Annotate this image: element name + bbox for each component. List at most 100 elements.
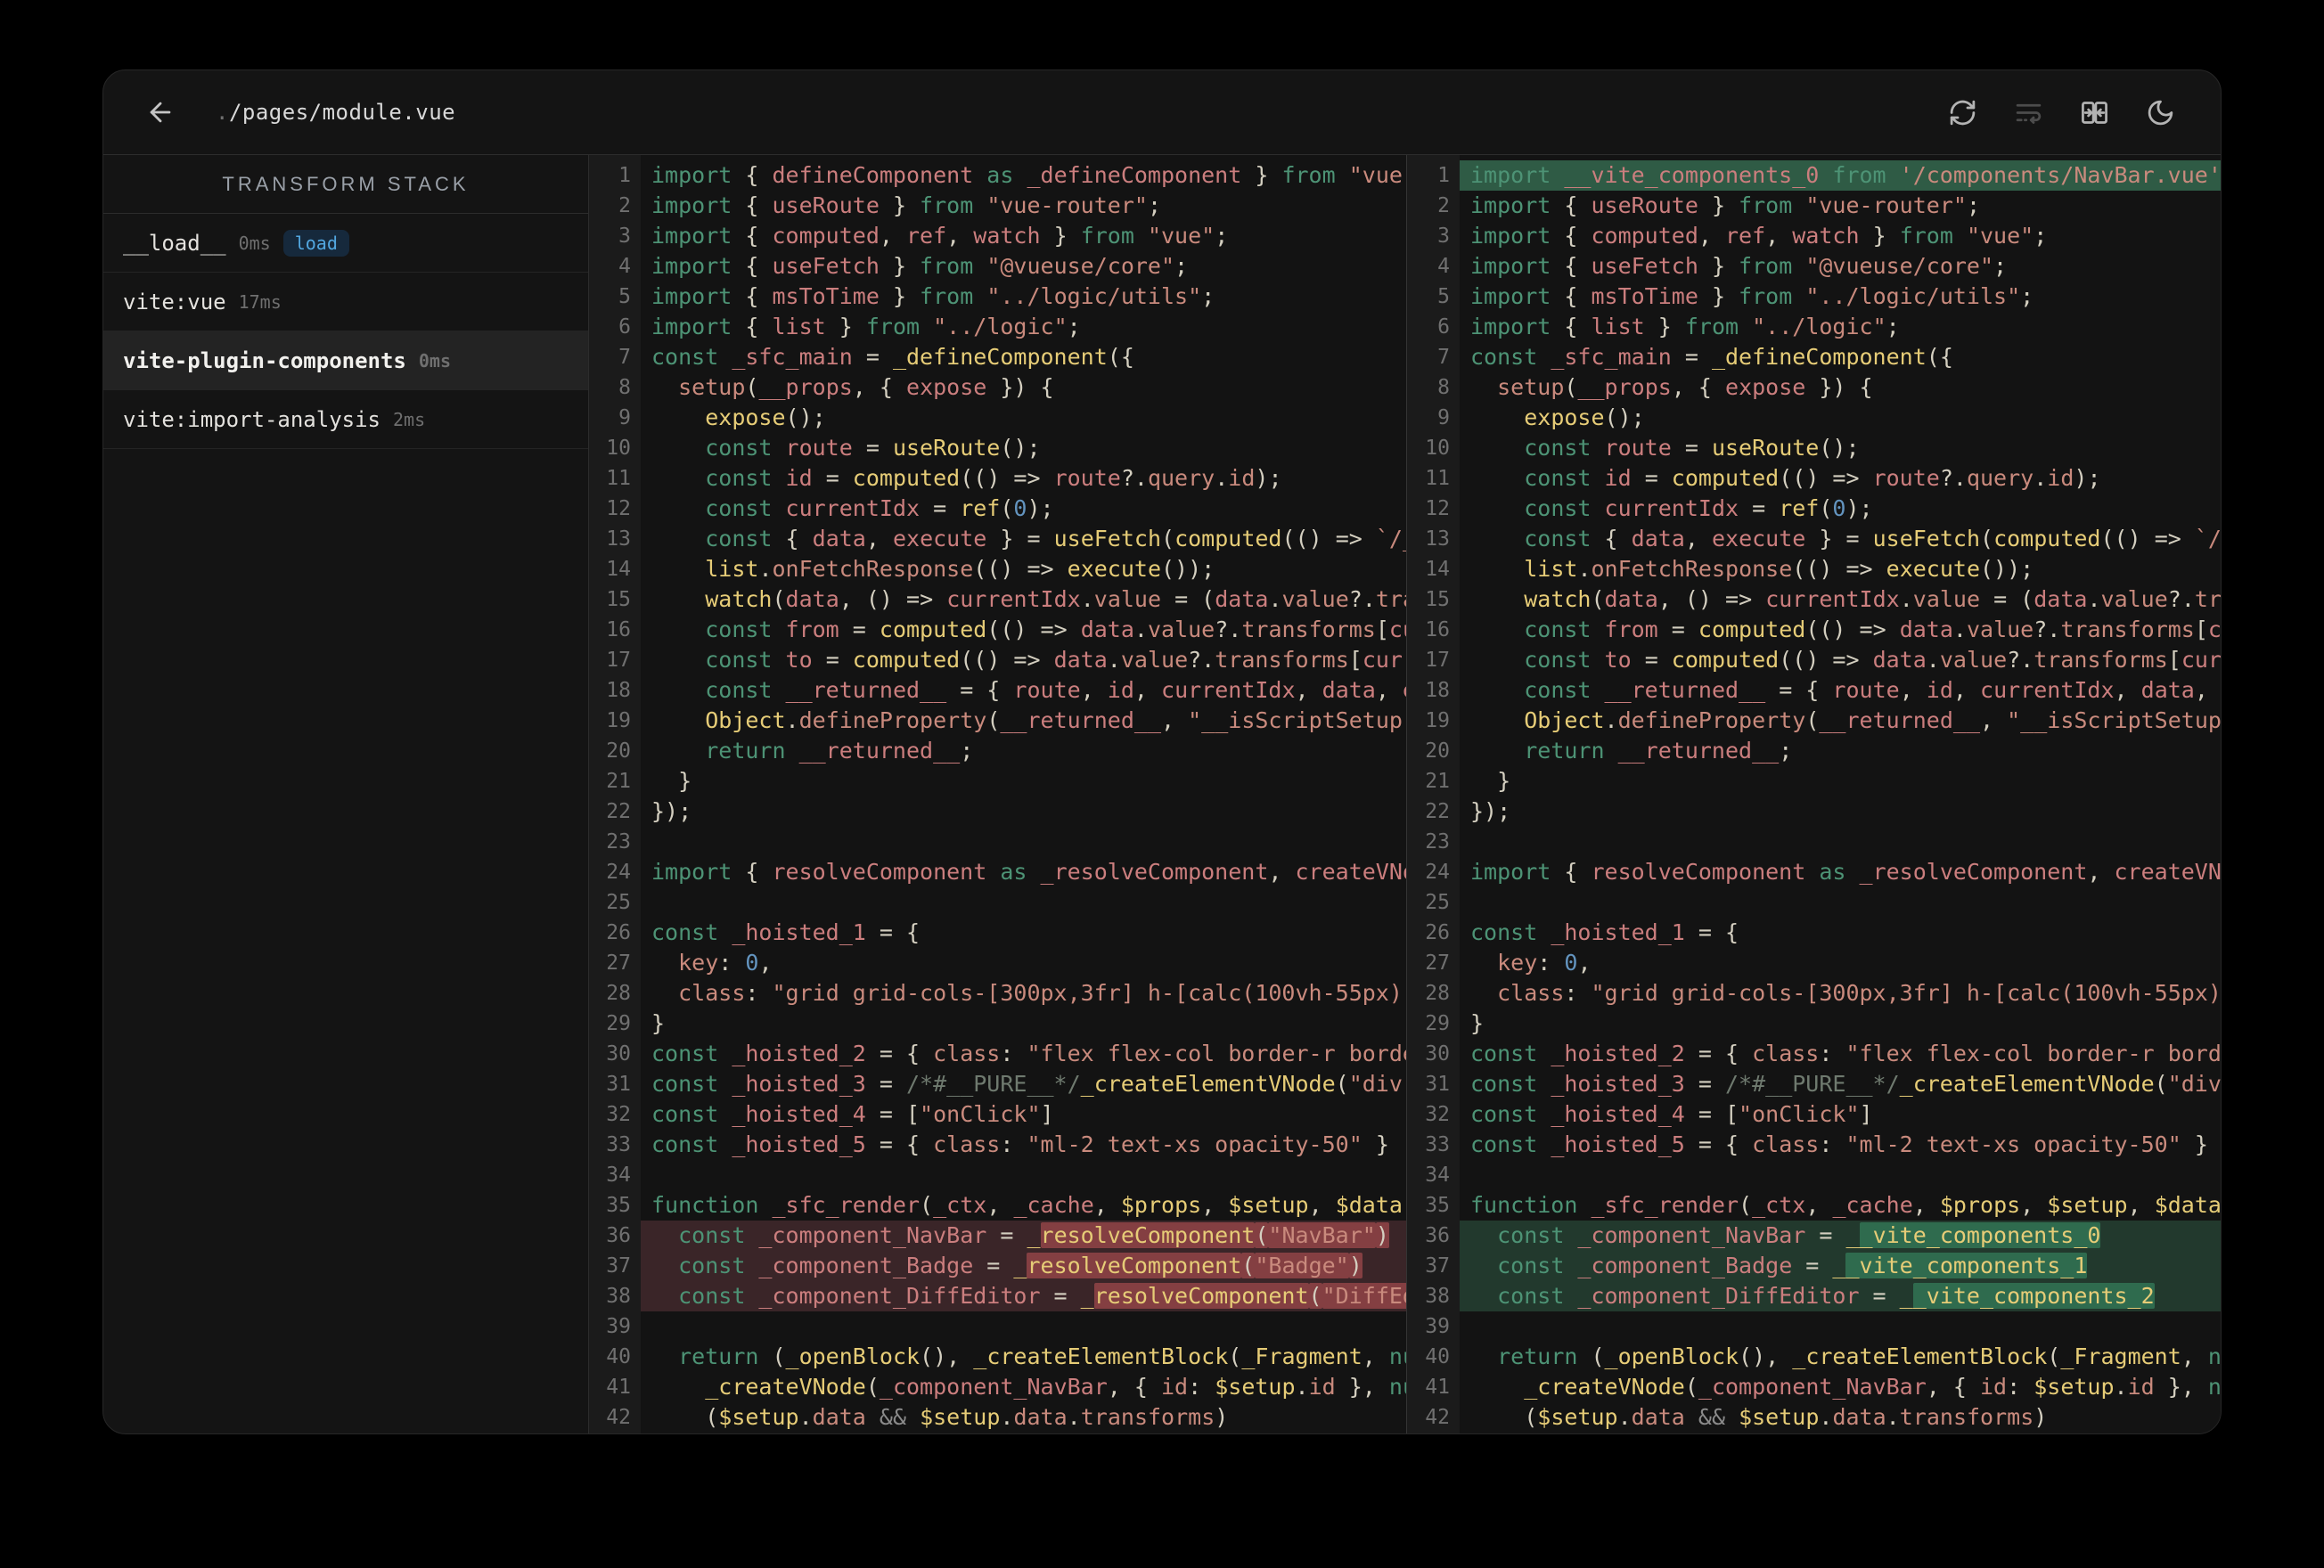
code-line: 13 const { data, execute } = useFetch(co… bbox=[1407, 524, 2221, 554]
code-line: 27 key: 0, bbox=[1407, 948, 2221, 978]
code-line: 19 Object.defineProperty(__returned__, "… bbox=[1407, 706, 2221, 736]
code-line: 27 key: 0, bbox=[589, 948, 1406, 978]
code-text: import { defineComponent as _defineCompo… bbox=[651, 162, 1406, 188]
line-number: 5 bbox=[1407, 282, 1460, 312]
line-number: 35 bbox=[589, 1190, 641, 1221]
code-text: const currentIdx = ref(0); bbox=[1524, 495, 1873, 521]
line-number: 7 bbox=[589, 342, 641, 372]
line-number: 2 bbox=[1407, 191, 1460, 221]
code-text: function _sfc_render(_ctx, _cache, $prop… bbox=[651, 1192, 1406, 1218]
code-line: 35 function _sfc_render(_ctx, _cache, $pr… bbox=[1407, 1190, 2221, 1221]
plugin-item-vite-plugin-components[interactable]: vite-plugin-components 0ms bbox=[103, 331, 588, 390]
code-text: Object.defineProperty(__returned__, "__i… bbox=[705, 707, 1406, 733]
line-number: 10 bbox=[589, 433, 641, 463]
code-text: expose(); bbox=[705, 404, 826, 430]
code-line: 10 const route = useRoute(); bbox=[1407, 433, 2221, 463]
line-number: 1 bbox=[589, 160, 641, 191]
code-line: 31 const _hoisted_3 = /*#__PURE__*/_creat… bbox=[589, 1069, 1406, 1099]
code-line: 42 ($setup.data && $setup.data.transform… bbox=[589, 1402, 1406, 1433]
code-line: 41 _createVNode(_component_NavBar, { id:… bbox=[589, 1372, 1406, 1402]
line-number: 32 bbox=[1407, 1099, 1460, 1130]
code-text: const route = useRoute(); bbox=[1524, 435, 1860, 461]
code-line: 11 const id = computed(() => route?.quer… bbox=[1407, 463, 2221, 494]
refresh-button[interactable] bbox=[1944, 94, 1980, 130]
code-line: 26 const _hoisted_1 = { bbox=[1407, 918, 2221, 948]
code-line: 28 class: "grid grid-cols-[300px,3fr] h-… bbox=[1407, 978, 2221, 1009]
code-text: const _hoisted_3 = /*#__PURE__*/_createE… bbox=[1470, 1071, 2221, 1097]
code-line: 24 import { resolveComponent as _resolveC… bbox=[589, 857, 1406, 887]
line-number: 9 bbox=[1407, 403, 1460, 433]
code-text: import { msToTime } from "../logic/utils… bbox=[1470, 283, 2034, 309]
line-number: 6 bbox=[589, 312, 641, 342]
code-text: return __returned__; bbox=[1524, 738, 1793, 764]
code-line: 3 import { computed, ref, watch } from "v… bbox=[589, 221, 1406, 251]
plugin-duration: 0ms bbox=[418, 349, 452, 372]
code-text: list.onFetchResponse(() => execute()); bbox=[705, 556, 1215, 582]
line-number: 24 bbox=[589, 857, 641, 887]
line-number: 29 bbox=[589, 1009, 641, 1039]
code-line: 38 const _component_DiffEditor = _resolv… bbox=[589, 1281, 1406, 1311]
line-number: 40 bbox=[1407, 1342, 1460, 1372]
diff-panel-before[interactable]: 1 import { defineComponent as _defineComp… bbox=[589, 155, 1407, 1433]
moon-icon bbox=[2148, 100, 2173, 125]
code-text: ($setup.data && $setup.data.transforms) bbox=[651, 1404, 1229, 1430]
plugin-item-vite-import-analysis[interactable]: vite:import-analysis 2ms bbox=[103, 390, 588, 449]
back-button[interactable] bbox=[143, 94, 178, 130]
refresh-icon bbox=[1950, 100, 1975, 125]
code-text: class: "grid grid-cols-[300px,3fr] h-[ca… bbox=[1497, 980, 2221, 1006]
diff-panels: 1 import { defineComponent as _defineComp… bbox=[589, 155, 2221, 1433]
code-text: const _hoisted_1 = { bbox=[651, 919, 921, 945]
code-line: 37 const _component_Badge = _resolveComp… bbox=[589, 1251, 1406, 1281]
code-text: return (_openBlock(), _createElementBloc… bbox=[1497, 1343, 2221, 1369]
line-number: 32 bbox=[589, 1099, 641, 1130]
code-text: list.onFetchResponse(() => execute()); bbox=[1524, 556, 2034, 582]
line-number: 5 bbox=[589, 282, 641, 312]
line-number: 37 bbox=[1407, 1251, 1460, 1281]
code-line: 26 const _hoisted_1 = { bbox=[589, 918, 1406, 948]
code-text: } bbox=[651, 1010, 666, 1036]
line-number: 19 bbox=[589, 706, 641, 736]
plugin-item-vite-vue[interactable]: vite:vue 17ms bbox=[103, 273, 588, 331]
line-number: 38 bbox=[1407, 1281, 1460, 1311]
code-line: 39 bbox=[589, 1311, 1406, 1342]
line-number: 35 bbox=[1407, 1190, 1460, 1221]
code-line: 21 } bbox=[1407, 766, 2221, 796]
theme-toggle-button[interactable] bbox=[2142, 94, 2178, 130]
line-number: 34 bbox=[1407, 1160, 1460, 1190]
code-text: } bbox=[1470, 1010, 1485, 1036]
code-line: 5 import { msToTime } from "../logic/util… bbox=[589, 282, 1406, 312]
module-title: ./pages/module.vue bbox=[216, 100, 455, 125]
code-text: const _component_Badge = _resolveCompone… bbox=[641, 1251, 1406, 1281]
code-text: return __returned__; bbox=[705, 738, 974, 764]
line-number: 23 bbox=[589, 827, 641, 857]
code-text: const _hoisted_3 = /*#__PURE__*/_createE… bbox=[651, 1071, 1406, 1097]
code-line: 42 ($setup.data && $setup.data.transform… bbox=[1407, 1402, 2221, 1433]
code-line: 6 import { list } from "../logic"; bbox=[589, 312, 1406, 342]
line-number: 15 bbox=[589, 584, 641, 615]
code-text: const route = useRoute(); bbox=[705, 435, 1041, 461]
code-line: 32 const _hoisted_4 = ["onClick"] bbox=[589, 1099, 1406, 1130]
code-text: const _component_DiffEditor = __vite_com… bbox=[1460, 1281, 2221, 1311]
line-number: 33 bbox=[1407, 1130, 1460, 1160]
diff-panel-after[interactable]: 1 import __vite_components_0 from '/compo… bbox=[1407, 155, 2221, 1433]
code-line: 8 setup(__props, { expose }) { bbox=[1407, 372, 2221, 403]
line-number: 26 bbox=[589, 918, 641, 948]
side-by-side-toggle[interactable] bbox=[2076, 94, 2112, 130]
plugin-item--load-[interactable]: __load__ 0ms load bbox=[103, 214, 588, 273]
code-text: import { list } from "../logic"; bbox=[1470, 314, 1900, 339]
plugin-name: vite:vue bbox=[123, 289, 226, 314]
inline-diff-icon bbox=[2016, 103, 2041, 124]
line-number: 18 bbox=[1407, 675, 1460, 706]
line-number: 28 bbox=[589, 978, 641, 1009]
code-line: 20 return __returned__; bbox=[589, 736, 1406, 766]
code-text: import { msToTime } from "../logic/utils… bbox=[651, 283, 1215, 309]
code-text: const { data, execute } = useFetch(compu… bbox=[705, 526, 1406, 551]
line-number: 41 bbox=[1407, 1372, 1460, 1402]
code-line: 41 _createVNode(_component_NavBar, { id:… bbox=[1407, 1372, 2221, 1402]
plugin-duration: 2ms bbox=[392, 408, 426, 430]
inline-diff-toggle[interactable] bbox=[2010, 94, 2046, 130]
code-line: 23 bbox=[1407, 827, 2221, 857]
code-line: 22}); bbox=[589, 796, 1406, 827]
